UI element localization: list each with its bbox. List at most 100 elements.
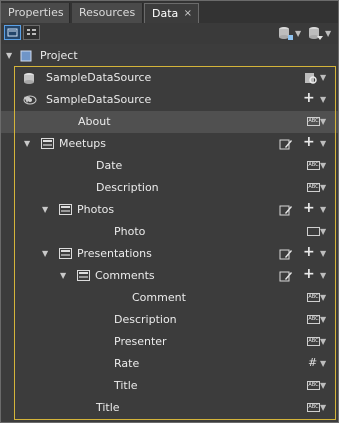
tree-item-label: Photo [114,225,146,238]
tree-row[interactable]: Title ABC ▼ [1,375,338,397]
tree-item-label: Photos [77,203,115,216]
project-icon [20,50,32,65]
tab-bar: Properties Resources Data × [1,1,338,23]
collection-icon [41,138,54,152]
tree-item-label: Description [96,181,159,194]
list-view-button[interactable] [4,25,21,40]
add-property-icon[interactable]: + [303,200,315,216]
chevron-down-icon[interactable]: ▼ [320,95,326,104]
edit-values-icon[interactable] [279,270,293,286]
expand-arrow-icon[interactable]: ▼ [42,205,48,214]
edit-values-icon[interactable] [279,138,293,154]
tree-row[interactable]: Description ABC ▼ [1,177,338,199]
chevron-down-icon: ▼ [325,29,332,38]
add-property-icon[interactable]: + [303,134,315,150]
add-property-icon[interactable]: + [303,90,315,106]
tree-row[interactable]: ▼ Photos + ▼ [1,199,338,221]
add-project-data-button[interactable]: ▼ [278,25,302,41]
collection-icon [59,248,72,262]
chevron-down-icon[interactable]: ▼ [320,161,326,170]
tab-label: Properties [8,6,64,19]
tree-item-label: Project [40,49,78,62]
chevron-down-icon[interactable]: ▼ [320,139,326,148]
tree-row[interactable]: ▼ Meetups + ▼ [1,133,338,155]
string-type-icon[interactable]: ABC [307,117,320,126]
collection-icon [59,204,72,218]
expand-arrow-icon[interactable]: ▼ [42,249,48,258]
chevron-down-icon[interactable]: ▼ [320,337,326,346]
tree-row[interactable]: Photo ▼ [1,221,338,243]
string-type-icon[interactable]: ABC [307,183,320,192]
details-view-button[interactable] [23,25,40,40]
string-type-icon[interactable]: ABC [307,381,320,390]
database-add-icon [279,27,293,40]
edit-values-icon[interactable] [279,204,293,220]
chevron-down-icon[interactable]: ▼ [320,183,326,192]
expand-arrow-icon[interactable]: ▼ [6,51,12,60]
add-data-source-button[interactable]: ▼ [308,25,332,41]
tree-row[interactable]: Title ABC ▼ [1,397,338,419]
tree-row[interactable]: SampleDataSource ▼ [1,67,338,89]
tree-item-label: Title [96,401,120,414]
string-type-icon[interactable]: ABC [307,315,320,324]
tree-item-label: SampleDataSource [46,93,152,106]
eye-icon [23,94,37,109]
chevron-down-icon[interactable]: ▼ [320,227,326,236]
expand-arrow-icon[interactable]: ▼ [24,139,30,148]
database-icon [23,72,35,88]
tab-properties[interactable]: Properties [1,3,70,23]
tab-data[interactable]: Data × [144,3,199,23]
edit-values-icon[interactable] [279,248,293,264]
tree-row[interactable]: Date ABC ▼ [1,155,338,177]
chevron-down-icon[interactable]: ▼ [320,249,326,258]
tree-row[interactable]: Description ABC ▼ [1,309,338,331]
chevron-down-icon[interactable]: ▼ [320,315,326,324]
tree-item-label: Description [114,313,177,326]
add-property-icon[interactable]: + [303,266,315,282]
tab-label: Data [152,7,179,20]
string-type-icon[interactable]: ABC [307,337,320,346]
chevron-down-icon[interactable]: ▼ [320,359,326,368]
expand-arrow-icon[interactable]: ▼ [60,271,66,280]
tree-row[interactable]: ▼ Comments + ▼ [1,265,338,287]
chevron-down-icon[interactable]: ▼ [320,381,326,390]
list-view-icon [7,28,18,37]
data-source-options-icon[interactable] [304,72,318,88]
number-type-icon[interactable]: # [308,356,317,369]
tree-item-label: Meetups [59,137,107,150]
tree-row[interactable]: Rate # ▼ [1,353,338,375]
close-icon[interactable]: × [184,4,192,24]
chevron-down-icon[interactable]: ▼ [320,403,326,412]
data-panel: Properties Resources Data × ▼ ▼ ▼ Projec… [0,0,339,423]
tree-row[interactable]: Presenter ABC ▼ [1,331,338,353]
string-type-icon[interactable]: ABC [307,403,320,412]
tree-item-label: Title [114,379,138,392]
tree-item-label: Comments [95,269,155,282]
add-property-icon[interactable]: + [303,244,315,260]
details-view-icon [27,29,36,35]
chevron-down-icon: ▼ [295,29,302,38]
tree-item-label: About [78,115,111,128]
tree-item-label: Comment [132,291,186,304]
chevron-down-icon[interactable]: ▼ [320,271,326,280]
tree-row[interactable]: ▼ Project [1,45,338,67]
string-type-icon[interactable]: ABC [307,293,320,302]
tree-row[interactable]: Comment ABC ▼ [1,287,338,309]
toolbar: ▼ ▼ [1,23,338,44]
chevron-down-icon[interactable]: ▼ [320,117,326,126]
chevron-down-icon[interactable]: ▼ [320,205,326,214]
tree-item-label: Rate [114,357,140,370]
tree-row[interactable]: ▼ Presentations + ▼ [1,243,338,265]
tree-row[interactable]: About ABC ▼ [1,111,338,133]
chevron-down-icon[interactable]: ▼ [320,73,326,82]
tree-row[interactable]: ▼ SampleDataSource + ▼ [1,89,338,111]
tab-resources[interactable]: Resources [72,3,143,23]
tree-item-label: Date [96,159,123,172]
image-type-icon[interactable] [307,227,320,236]
tree-item-label: Presentations [77,247,152,260]
string-type-icon[interactable]: ABC [307,161,320,170]
tree-item-label: SampleDataSource [46,71,152,84]
tab-label: Resources [79,6,136,19]
chevron-down-icon[interactable]: ▼ [320,293,326,302]
tree-item-label: Presenter [114,335,167,348]
